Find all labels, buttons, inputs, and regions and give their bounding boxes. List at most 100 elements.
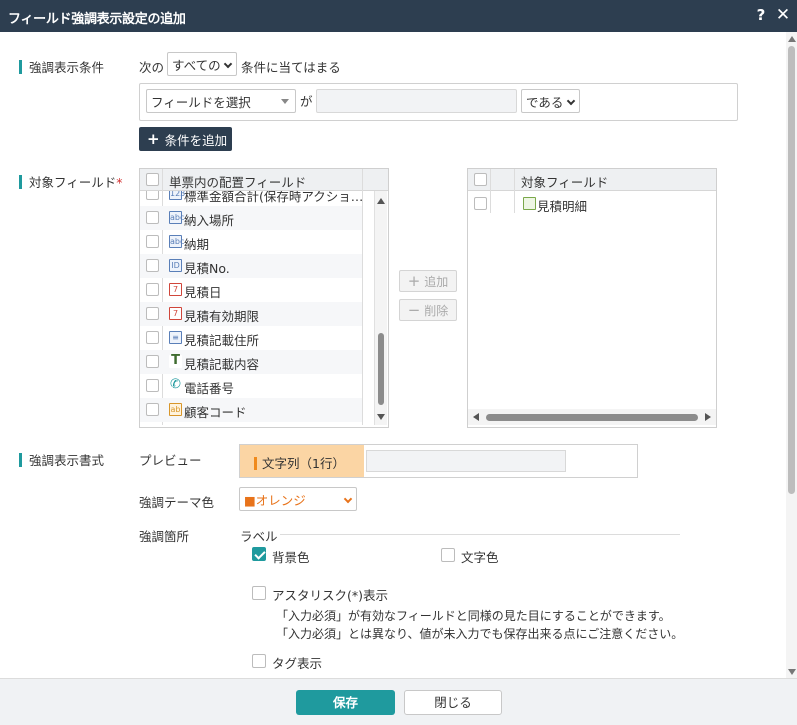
list-item[interactable]: 見積明細 — [468, 192, 716, 216]
list-item-label: 納期 — [184, 237, 210, 252]
calendar-icon: 7 — [169, 307, 182, 320]
minus-icon: − — [407, 301, 421, 319]
condition-particle: が — [300, 94, 313, 109]
dialog-scrollbar[interactable] — [786, 32, 797, 678]
preview-box: 文字列（1行） — [239, 444, 638, 478]
label-group-title: ラベル — [240, 529, 278, 544]
select-all-checkbox[interactable] — [146, 173, 159, 186]
available-fields-header: 単票内の配置フィールド — [140, 169, 388, 191]
row-checkbox[interactable] — [146, 379, 159, 392]
dialog-title: フィールド強調表示設定の追加 — [8, 12, 186, 27]
row-checkbox[interactable] — [474, 197, 487, 210]
row-checkbox[interactable] — [146, 235, 159, 248]
scroll-up-icon[interactable] — [788, 36, 796, 42]
save-button[interactable]: 保存 — [296, 690, 395, 715]
bg-color-option: 背景色 — [272, 550, 310, 565]
available-fields-list: 単票内の配置フィールド 123 標準金額合計(保存時アクショ… abc 納入場所 abc… — [139, 168, 389, 428]
chevron-down-icon — [343, 494, 353, 504]
close-icon[interactable]: ✕ — [773, 5, 793, 27]
list-item[interactable]: ≡ 見積記載住所 — [140, 326, 362, 350]
scroll-left-icon[interactable] — [473, 413, 479, 421]
chevron-down-icon — [223, 59, 233, 69]
preview-input — [366, 450, 566, 472]
preview-label: プレビュー — [139, 453, 202, 468]
operator-select[interactable]: である — [521, 89, 580, 113]
text-color-checkbox[interactable] — [441, 548, 455, 562]
multiline-text-icon: ≡ — [169, 331, 182, 344]
condition-suffix: 条件に当てはまる — [241, 60, 341, 75]
list-item[interactable]: abc 納入場所 — [140, 206, 362, 230]
text-field-icon: abc — [169, 211, 185, 224]
bg-color-checkbox[interactable] — [252, 547, 266, 561]
list-item-label: 見積記載住所 — [184, 333, 260, 348]
list-item-label: 顧客コード — [184, 405, 247, 420]
theme-color-label: 強調テーマ色 — [139, 495, 215, 510]
plus-icon: + — [147, 130, 160, 148]
asterisk-checkbox[interactable] — [252, 586, 266, 600]
style-section-label: 強調表示書式 — [19, 450, 104, 469]
field-select[interactable]: フィールドを選択 — [146, 89, 296, 113]
required-mark: * — [116, 175, 123, 190]
lookup-icon: ab — [169, 403, 182, 416]
column-header: 対象フィールド — [521, 175, 609, 190]
row-checkbox[interactable] — [146, 283, 159, 296]
horizontal-scrollbar[interactable] — [468, 409, 716, 425]
list-item[interactable]: 7 見積日 — [140, 278, 362, 302]
condition-section-label: 強調表示条件 — [19, 57, 104, 76]
remove-field-button[interactable]: − 削除 — [399, 299, 457, 321]
row-checkbox[interactable] — [146, 331, 159, 344]
text-field-icon: abc — [169, 235, 185, 248]
list-item-label: 見積日 — [184, 285, 222, 300]
close-button[interactable]: 閉じる — [404, 690, 502, 715]
preview-tag: 文字列（1行） — [240, 445, 364, 477]
dropdown-arrow-icon — [281, 99, 289, 104]
list-item[interactable]: ab 顧客コード — [140, 398, 362, 422]
dialog-footer: 保存 閉じる — [0, 678, 797, 725]
scroll-right-icon[interactable] — [705, 413, 711, 421]
tag-option: タグ表示 — [272, 656, 323, 671]
scroll-down-icon[interactable] — [788, 669, 796, 675]
row-checkbox[interactable] — [146, 211, 159, 224]
add-field-button[interactable]: + 追加 — [399, 270, 457, 292]
list-item[interactable]: 7 見積有効期限 — [140, 302, 362, 326]
match-type-select[interactable]: すべての — [167, 52, 237, 76]
plus-icon: + — [407, 272, 421, 290]
id-field-icon: ID — [169, 259, 182, 272]
list-item-label: 見積No. — [184, 261, 230, 276]
row-checkbox[interactable] — [146, 355, 159, 368]
list-item-label: 見積記載内容 — [184, 357, 260, 372]
calendar-icon: 7 — [169, 283, 182, 296]
tag-checkbox[interactable] — [252, 654, 266, 668]
list-item-label: 見積明細 — [537, 199, 588, 214]
asterisk-note: 「入力必須」とは異なり、値が未入力でも保存出来る点にご注意ください。 — [276, 627, 684, 641]
list-item[interactable]: abc 納期 — [140, 230, 362, 254]
condition-value-input[interactable] — [316, 89, 517, 113]
scroll-thumb[interactable] — [378, 333, 384, 405]
target-section-label: 対象フィールド* — [19, 172, 123, 191]
row-checkbox[interactable] — [146, 259, 159, 272]
asterisk-option: アスタリスク(*)表示 — [272, 588, 389, 603]
list-item[interactable]: ✆ 電話番号 — [140, 374, 362, 398]
condition-prefix: 次の — [139, 60, 165, 75]
target-fields-header: 対象フィールド — [468, 169, 716, 191]
row-checkbox[interactable] — [146, 403, 159, 416]
scroll-thumb[interactable] — [486, 414, 698, 421]
help-icon[interactable]: ? — [752, 6, 770, 26]
scroll-thumb[interactable] — [788, 46, 795, 494]
asterisk-note: 「入力必須」が有効なフィールドと同様の見た目にすることができます。 — [276, 609, 671, 623]
scroll-down-icon[interactable] — [377, 414, 385, 420]
list-item[interactable]: ID 見積No. — [140, 254, 362, 278]
text-color-option: 文字色 — [461, 550, 499, 565]
highlight-location-label: 強調箇所 — [139, 529, 190, 544]
list-item[interactable]: T 見積記載内容 — [140, 350, 362, 374]
select-all-checkbox[interactable] — [474, 173, 487, 186]
scroll-up-icon[interactable] — [377, 198, 385, 204]
row-checkbox[interactable] — [146, 307, 159, 320]
phone-icon: ✆ — [169, 377, 182, 392]
theme-color-select[interactable]: ■オレンジ — [239, 487, 357, 511]
add-condition-button[interactable]: + 条件を追加 — [139, 127, 232, 151]
list-scrollbar[interactable] — [374, 191, 387, 425]
rich-text-icon: T — [169, 354, 182, 368]
list-item-label: 電話番号 — [184, 381, 235, 396]
column-header: 単票内の配置フィールド — [169, 175, 307, 190]
